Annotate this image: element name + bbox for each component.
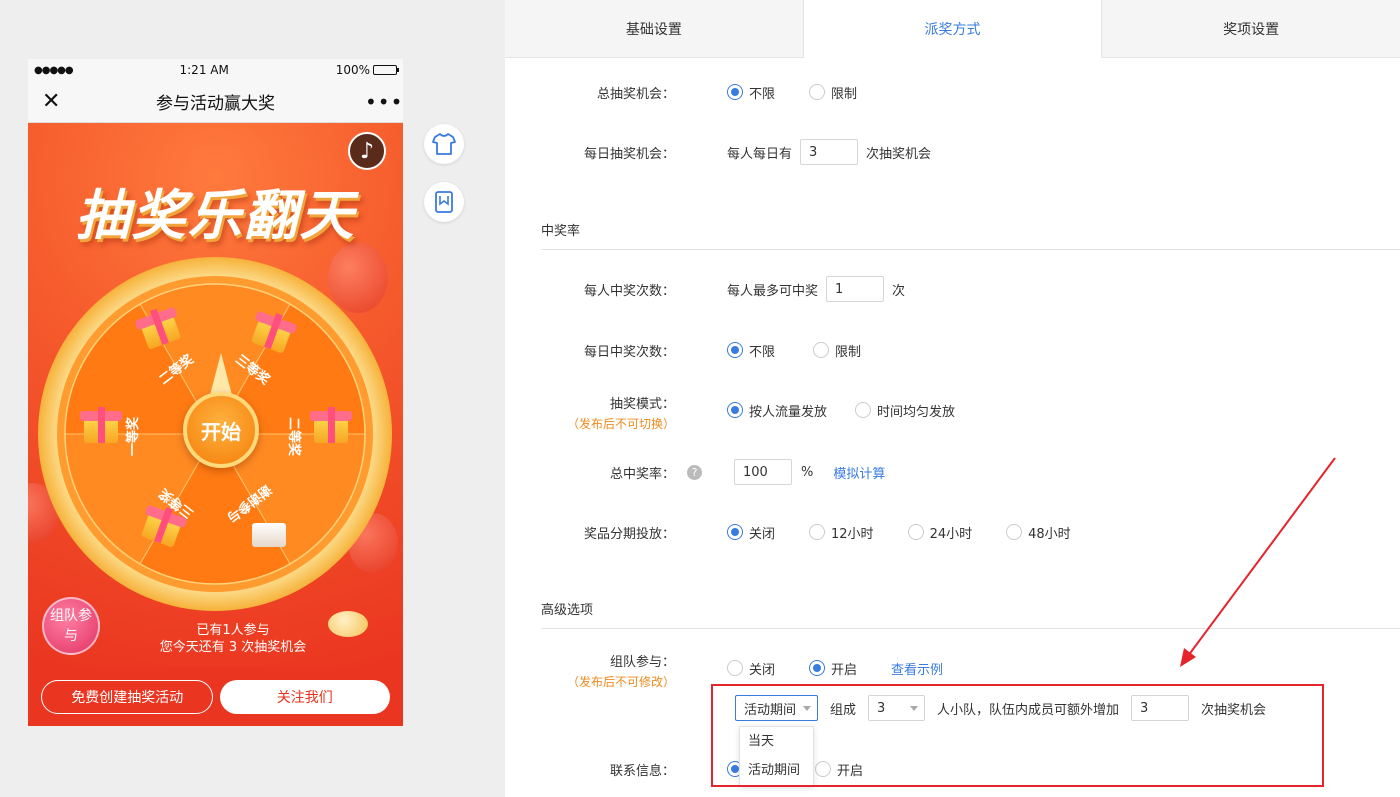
staged-release-48h-radio[interactable]: 48小时: [1006, 523, 1071, 542]
gift-icon: [310, 407, 352, 443]
prize-wheel: 二等奖 三等奖 一等奖 二等奖 三等奖 谢谢参与 开始: [38, 257, 392, 611]
staged-release-12h-radio[interactable]: 12小时: [809, 523, 874, 542]
team-form-text: 组成: [830, 702, 857, 718]
tab-prize-distribution[interactable]: 派奖方式: [803, 0, 1103, 58]
bookmark-icon: [435, 191, 453, 213]
total-chance-limited-radio[interactable]: 限制: [809, 83, 857, 102]
draw-mode-time-radio[interactable]: 时间均匀发放: [855, 401, 955, 420]
team-join-row: 关闭 开启 查看示例: [505, 658, 1400, 678]
phone-nav-bar: ✕ 参与活动赢大奖 •••: [28, 81, 403, 123]
contact-label: 联系信息：: [609, 763, 675, 779]
coin-decoration: [328, 611, 368, 637]
extra-chance-suffix: 次抽奖机会: [1201, 702, 1267, 718]
draw-mode-traffic-radio[interactable]: 按人流量发放: [727, 401, 827, 420]
period-dropdown-menu: 当天 活动期间: [739, 726, 814, 786]
ingot-icon: [248, 511, 290, 547]
team-join-off-radio[interactable]: 关闭: [727, 659, 775, 678]
chevron-down-icon: [803, 705, 811, 711]
team-config-row: 活动期间 组成 3 人小队，队伍内成员可额外增加 次抽奖机会: [505, 695, 1400, 721]
team-size-select[interactable]: 3: [868, 695, 926, 721]
remaining-chances-text: 您今天还有 3 次抽奖机会: [159, 640, 307, 655]
music-icon[interactable]: ♪: [348, 132, 386, 170]
signal-indicator: ●●●●●: [34, 64, 74, 76]
total-chance-label: 总抽奖机会：: [596, 86, 675, 102]
per-person-win-row: 每人中奖次数： 每人最多可中奖 次: [505, 276, 1400, 302]
per-person-win-prefix: 每人最多可中奖: [727, 283, 819, 299]
help-icon[interactable]: ?: [687, 464, 702, 480]
status-time: 1:21 AM: [179, 63, 229, 77]
period-option-today[interactable]: 当天: [740, 727, 813, 756]
per-person-win-input[interactable]: [826, 276, 885, 302]
daily-win-unlimited-radio[interactable]: 不限: [727, 341, 775, 360]
total-rate-row: 总中奖率： ? % 模拟计算: [505, 459, 1400, 485]
daily-chance-prefix: 每人每日有: [727, 146, 793, 162]
simulate-link[interactable]: 模拟计算: [833, 463, 885, 482]
theme-tool-button[interactable]: [424, 124, 464, 164]
tab-prize-settings[interactable]: 奖项设置: [1102, 0, 1400, 57]
view-example-link[interactable]: 查看示例: [891, 659, 943, 678]
staged-release-row: 奖品分期投放： 关闭 12小时 24小时 48小时: [505, 522, 1400, 542]
battery-percent: 100%: [335, 63, 370, 77]
battery-icon: [373, 65, 399, 75]
staged-release-24h-radio[interactable]: 24小时: [907, 523, 972, 542]
daily-chance-suffix: 次抽奖机会: [866, 146, 932, 162]
phone-page-title: 参与活动赢大奖: [156, 94, 275, 114]
wheel-prize-label: 二等奖: [286, 416, 302, 457]
more-icon[interactable]: •••: [365, 90, 402, 114]
joined-count-text: 已有1人参与: [196, 623, 270, 638]
status-bar: ●●●●● 1:21 AM 100%: [28, 59, 403, 81]
chevron-down-icon: [910, 705, 919, 711]
per-person-win-label: 每人中奖次数：: [583, 283, 675, 299]
contact-on-radio[interactable]: 开启: [815, 760, 863, 779]
follow-us-button[interactable]: 关注我们: [219, 679, 390, 714]
template-tool-button[interactable]: [424, 182, 464, 222]
total-rate-unit: %: [801, 464, 814, 480]
tab-basic-settings[interactable]: 基础设置: [505, 0, 804, 57]
team-join-on-radio[interactable]: 开启: [809, 659, 857, 678]
period-option-activity[interactable]: 活动期间: [740, 756, 813, 785]
total-rate-label: 总中奖率：: [609, 466, 675, 482]
staged-release-off-radio[interactable]: 关闭: [727, 523, 775, 542]
create-lottery-button[interactable]: 免费创建抽奖活动: [41, 679, 214, 714]
team-description-text: 人小队，队伍内成员可额外增加: [937, 702, 1120, 718]
wheel-prize-label: 一等奖: [126, 416, 142, 457]
lottery-stage: ♪ 抽奖乐翻天 二等奖 三等奖 一等奖 二等奖 三等奖 谢谢参与 开始 组队参与…: [28, 123, 403, 667]
settings-tabs: 基础设置 派奖方式 奖项设置: [505, 0, 1400, 58]
phone-bottom-bar: 免费创建抽奖活动 关注我们: [28, 667, 403, 726]
contact-row: 联系信息： 关闭 开启: [505, 759, 1400, 779]
gift-icon: [80, 407, 122, 443]
lottery-headline: 抽奖乐翻天: [75, 184, 356, 247]
daily-chance-row: 每日抽奖机会： 每人每日有 次抽奖机会: [505, 139, 1400, 165]
shirt-icon: [432, 133, 456, 155]
daily-win-limited-radio[interactable]: 限制: [813, 341, 861, 360]
close-icon[interactable]: ✕: [42, 89, 66, 114]
daily-win-label: 每日中奖次数：: [583, 344, 675, 360]
advanced-section-title: 高级选项: [541, 599, 1400, 629]
daily-chance-label: 每日抽奖机会：: [583, 146, 675, 162]
daily-win-row: 每日中奖次数： 不限 限制: [505, 340, 1400, 360]
total-rate-input[interactable]: [734, 459, 792, 485]
start-button[interactable]: 开始: [183, 392, 259, 468]
total-chance-row: 总抽奖机会： 不限 限制: [505, 82, 1400, 102]
phone-preview: ●●●●● 1:21 AM 100% ✕ 参与活动赢大奖 ••• ♪ 抽奖乐翻天: [28, 59, 403, 726]
team-join-badge[interactable]: 组队参与: [42, 597, 100, 655]
daily-chance-input[interactable]: [800, 139, 859, 165]
wheel-pointer: [210, 353, 232, 395]
settings-panel: 基础设置 派奖方式 奖项设置 总抽奖机会： 不限 限制 每日抽奖机会： 每人每日…: [505, 0, 1400, 797]
draw-mode-row: 按人流量发放 时间均匀发放: [505, 400, 1400, 420]
total-chance-unlimited-radio[interactable]: 不限: [727, 83, 775, 102]
staged-release-label: 奖品分期投放：: [583, 526, 675, 542]
period-select[interactable]: 活动期间: [735, 695, 818, 721]
extra-chance-input[interactable]: [1131, 695, 1190, 721]
win-rate-section-title: 中奖率: [541, 220, 1400, 250]
battery-indicator: 100%: [335, 63, 399, 77]
per-person-win-suffix: 次: [892, 283, 906, 299]
